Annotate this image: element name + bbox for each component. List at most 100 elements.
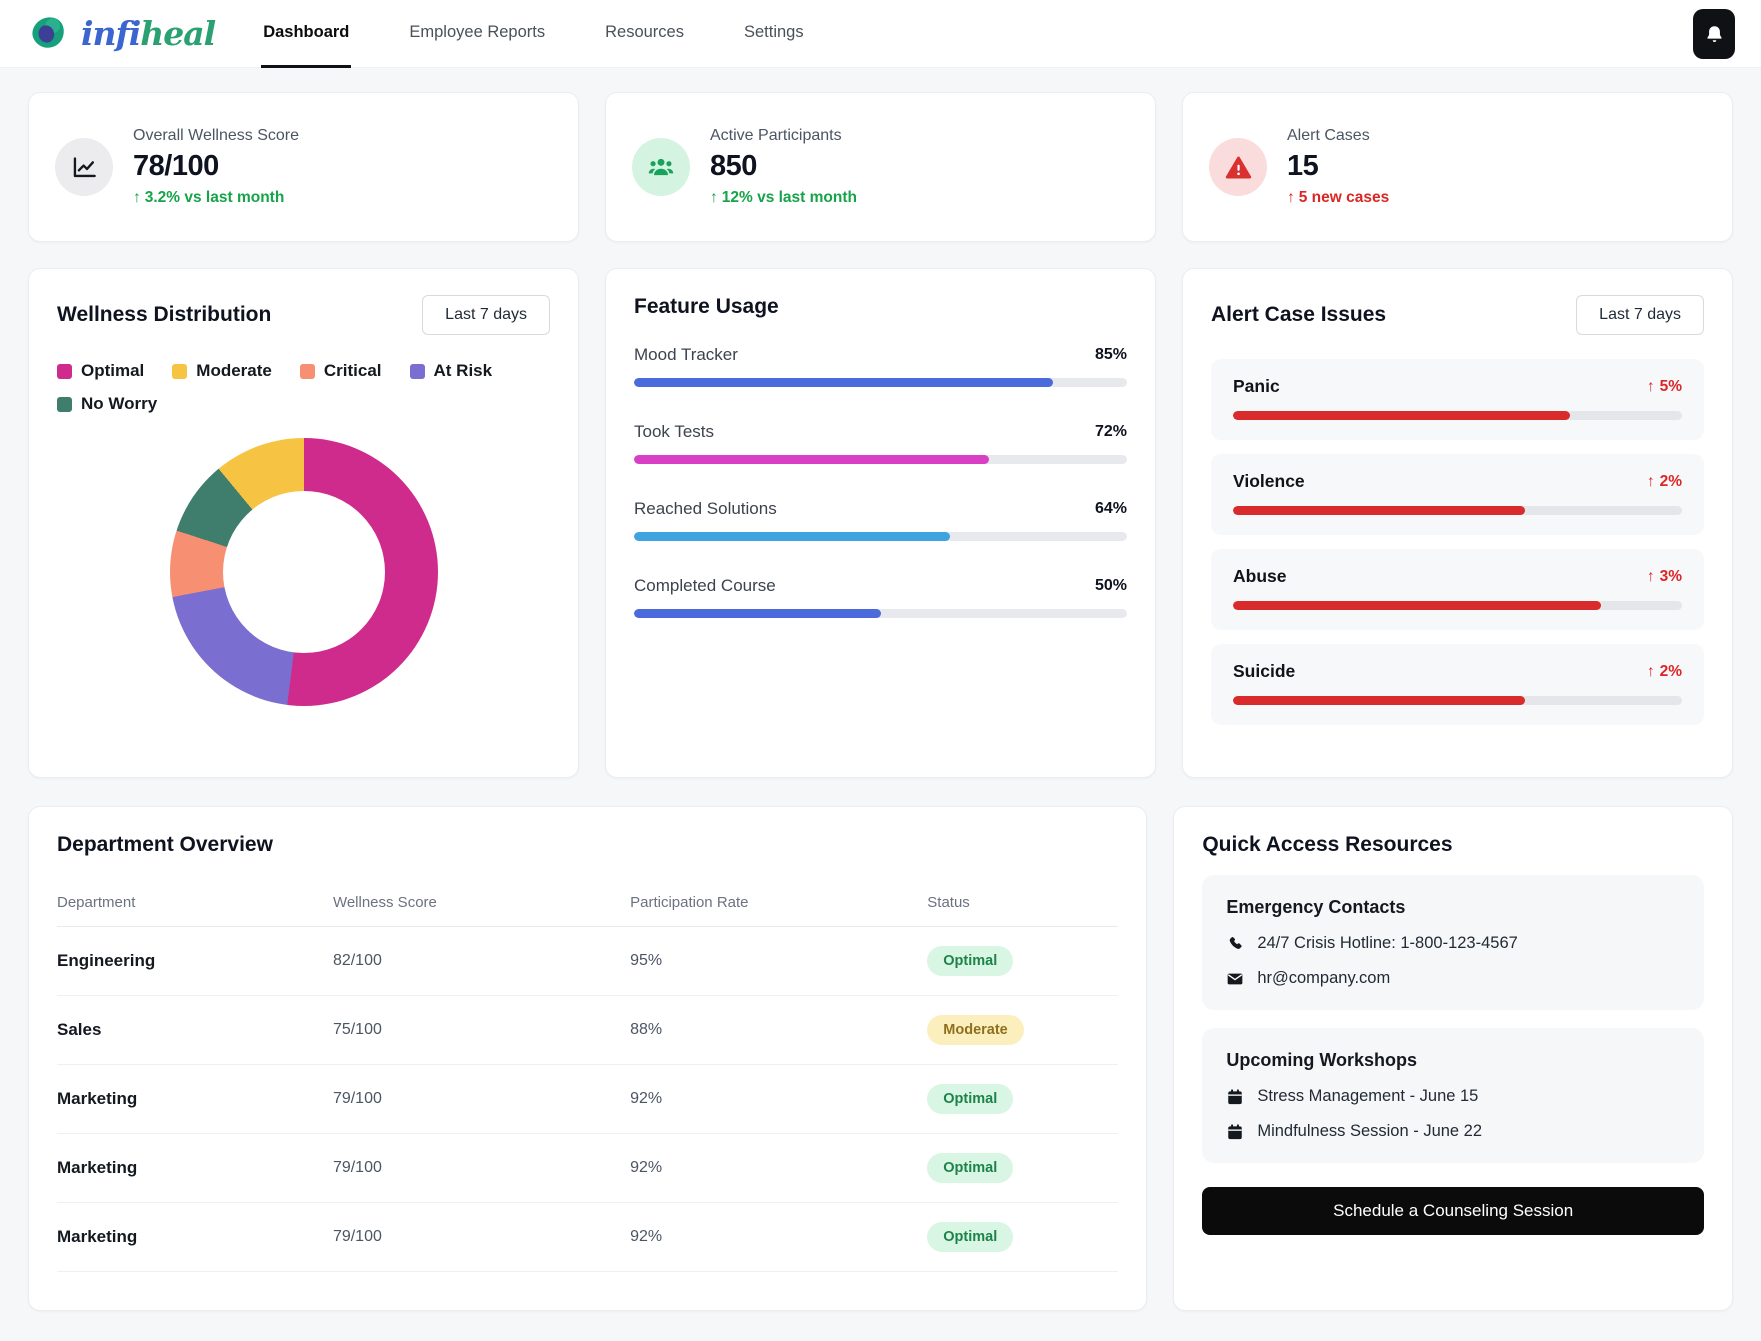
alert-case-issues-card: Alert Case Issues Last 7 days Panic↑5% V…: [1182, 268, 1733, 778]
stat-card-alert-cases: Alert Cases 15 ↑5 new cases: [1182, 92, 1733, 242]
department-overview-title: Department Overview: [57, 833, 1118, 857]
up-arrow-icon: ↑: [1287, 189, 1295, 207]
stat-label: Alert Cases: [1287, 127, 1389, 145]
legend-swatch: [410, 364, 425, 379]
status-badge: Optimal: [927, 946, 1013, 976]
status-badge: Optimal: [927, 1084, 1013, 1114]
alert-case-issues-title: Alert Case Issues: [1211, 303, 1386, 327]
emergency-contacts-panel: Emergency Contacts 24/7 Crisis Hotline: …: [1202, 875, 1704, 1010]
legend-item-optimal: Optimal: [57, 361, 144, 381]
feature-usage-list: Mood Tracker85% Took Tests72% Reached So…: [634, 345, 1127, 618]
table-row: Engineering 82/100 95% Optimal: [57, 927, 1118, 996]
nav-tab-settings[interactable]: Settings: [742, 0, 806, 68]
progress-track: [634, 609, 1127, 618]
progress-fill: [634, 378, 1053, 387]
brand-name: infiheal: [81, 17, 215, 50]
progress-track: [1233, 506, 1682, 515]
brand-logo: infiheal: [28, 12, 215, 56]
progress-fill: [634, 532, 950, 541]
table-header-row: Department Wellness Score Participation …: [57, 879, 1118, 927]
legend-swatch: [57, 364, 72, 379]
col-participation-rate: Participation Rate: [630, 894, 927, 911]
col-wellness-score: Wellness Score: [333, 894, 630, 911]
progress-fill: [634, 455, 989, 464]
nav-tab-dashboard[interactable]: Dashboard: [261, 0, 351, 68]
progress-fill: [634, 609, 881, 618]
col-status: Status: [927, 894, 1118, 911]
progress-fill: [1233, 601, 1601, 610]
stat-delta: ↑5 new cases: [1287, 189, 1389, 207]
stats-row: Overall Wellness Score 78/100 ↑3.2% vs l…: [28, 92, 1733, 242]
feature-row-reached-solutions: Reached Solutions64%: [634, 499, 1127, 541]
workshop-row[interactable]: Mindfulness Session - June 22: [1226, 1122, 1680, 1141]
up-arrow-icon: ↑: [1647, 378, 1655, 396]
stat-value: 15: [1287, 150, 1389, 183]
bell-icon: [1704, 24, 1725, 45]
dashboard-content: Overall Wellness Score 78/100 ↑3.2% vs l…: [0, 68, 1761, 1311]
issue-row-panic: Panic↑5%: [1211, 359, 1704, 440]
issue-row-violence: Violence↑2%: [1211, 454, 1704, 535]
stat-card-wellness-score: Overall Wellness Score 78/100 ↑3.2% vs l…: [28, 92, 579, 242]
email-row[interactable]: hr@company.com: [1226, 969, 1680, 988]
wellness-donut-chart: [170, 438, 438, 706]
feature-row-mood-tracker: Mood Tracker85%: [634, 345, 1127, 387]
legend-swatch: [172, 364, 187, 379]
wellness-distribution-card: Wellness Distribution Last 7 days Optima…: [28, 268, 579, 778]
feature-usage-title: Feature Usage: [634, 295, 1127, 319]
calendar-icon: [1226, 1123, 1244, 1141]
up-arrow-icon: ↑: [1647, 568, 1655, 586]
progress-track: [634, 378, 1127, 387]
progress-track: [1233, 696, 1682, 705]
progress-fill: [1233, 411, 1570, 420]
stat-label: Active Participants: [710, 127, 857, 145]
table-row: Sales 75/100 88% Moderate: [57, 996, 1118, 1065]
feature-usage-card: Feature Usage Mood Tracker85% Took Tests…: [605, 268, 1156, 778]
status-badge: Moderate: [927, 1015, 1023, 1045]
up-arrow-icon: ↑: [1647, 663, 1655, 681]
workshop-text: Stress Management - June 15: [1257, 1087, 1478, 1106]
envelope-icon: [1226, 970, 1244, 988]
wellness-range-select[interactable]: Last 7 days: [422, 295, 550, 335]
bottom-row: Department Overview Department Wellness …: [28, 806, 1733, 1311]
legend-swatch: [300, 364, 315, 379]
table-row: Marketing 79/100 92% Optimal: [57, 1134, 1118, 1203]
hotline-text: 24/7 Crisis Hotline: 1-800-123-4567: [1257, 934, 1517, 953]
legend-item-no-worry: No Worry: [57, 394, 157, 414]
stat-label: Overall Wellness Score: [133, 127, 299, 145]
hotline-row[interactable]: 24/7 Crisis Hotline: 1-800-123-4567: [1226, 934, 1680, 953]
wellness-distribution-title: Wellness Distribution: [57, 303, 271, 327]
stat-card-active-participants: Active Participants 850 ↑12% vs last mon…: [605, 92, 1156, 242]
legend-swatch: [57, 397, 72, 412]
trend-chart-icon: [55, 138, 113, 196]
feature-row-took-tests: Took Tests72%: [634, 422, 1127, 464]
email-text: hr@company.com: [1257, 969, 1390, 988]
feature-row-completed-course: Completed Course50%: [634, 576, 1127, 618]
notifications-button[interactable]: [1693, 9, 1735, 59]
table-row: Marketing 79/100 92% Optimal: [57, 1203, 1118, 1272]
up-arrow-icon: ↑: [710, 189, 718, 207]
status-badge: Optimal: [927, 1222, 1013, 1252]
workshop-row[interactable]: Stress Management - June 15: [1226, 1087, 1680, 1106]
stat-value: 78/100: [133, 150, 299, 183]
legend-item-critical: Critical: [300, 361, 382, 381]
legend-item-at-risk: At Risk: [410, 361, 493, 381]
col-department: Department: [57, 894, 333, 911]
phone-icon: [1226, 935, 1244, 953]
workshop-text: Mindfulness Session - June 22: [1257, 1122, 1482, 1141]
progress-track: [1233, 601, 1682, 610]
alert-issues-list: Panic↑5% Violence↑2% Abuse↑3% Suicide↑2%: [1211, 359, 1704, 725]
top-navbar: infiheal Dashboard Employee Reports Reso…: [0, 0, 1761, 68]
alert-range-select[interactable]: Last 7 days: [1576, 295, 1704, 335]
calendar-icon: [1226, 1088, 1244, 1106]
quick-access-card: Quick Access Resources Emergency Contact…: [1173, 806, 1733, 1311]
participants-icon: [632, 138, 690, 196]
nav-tab-employee-reports[interactable]: Employee Reports: [407, 0, 547, 68]
stat-value: 850: [710, 150, 857, 183]
schedule-counseling-button[interactable]: Schedule a Counseling Session: [1202, 1187, 1704, 1235]
status-badge: Optimal: [927, 1153, 1013, 1183]
progress-track: [634, 532, 1127, 541]
progress-fill: [1233, 696, 1525, 705]
up-arrow-icon: ↑: [133, 189, 141, 207]
nav-tab-resources[interactable]: Resources: [603, 0, 686, 68]
up-arrow-icon: ↑: [1647, 473, 1655, 491]
